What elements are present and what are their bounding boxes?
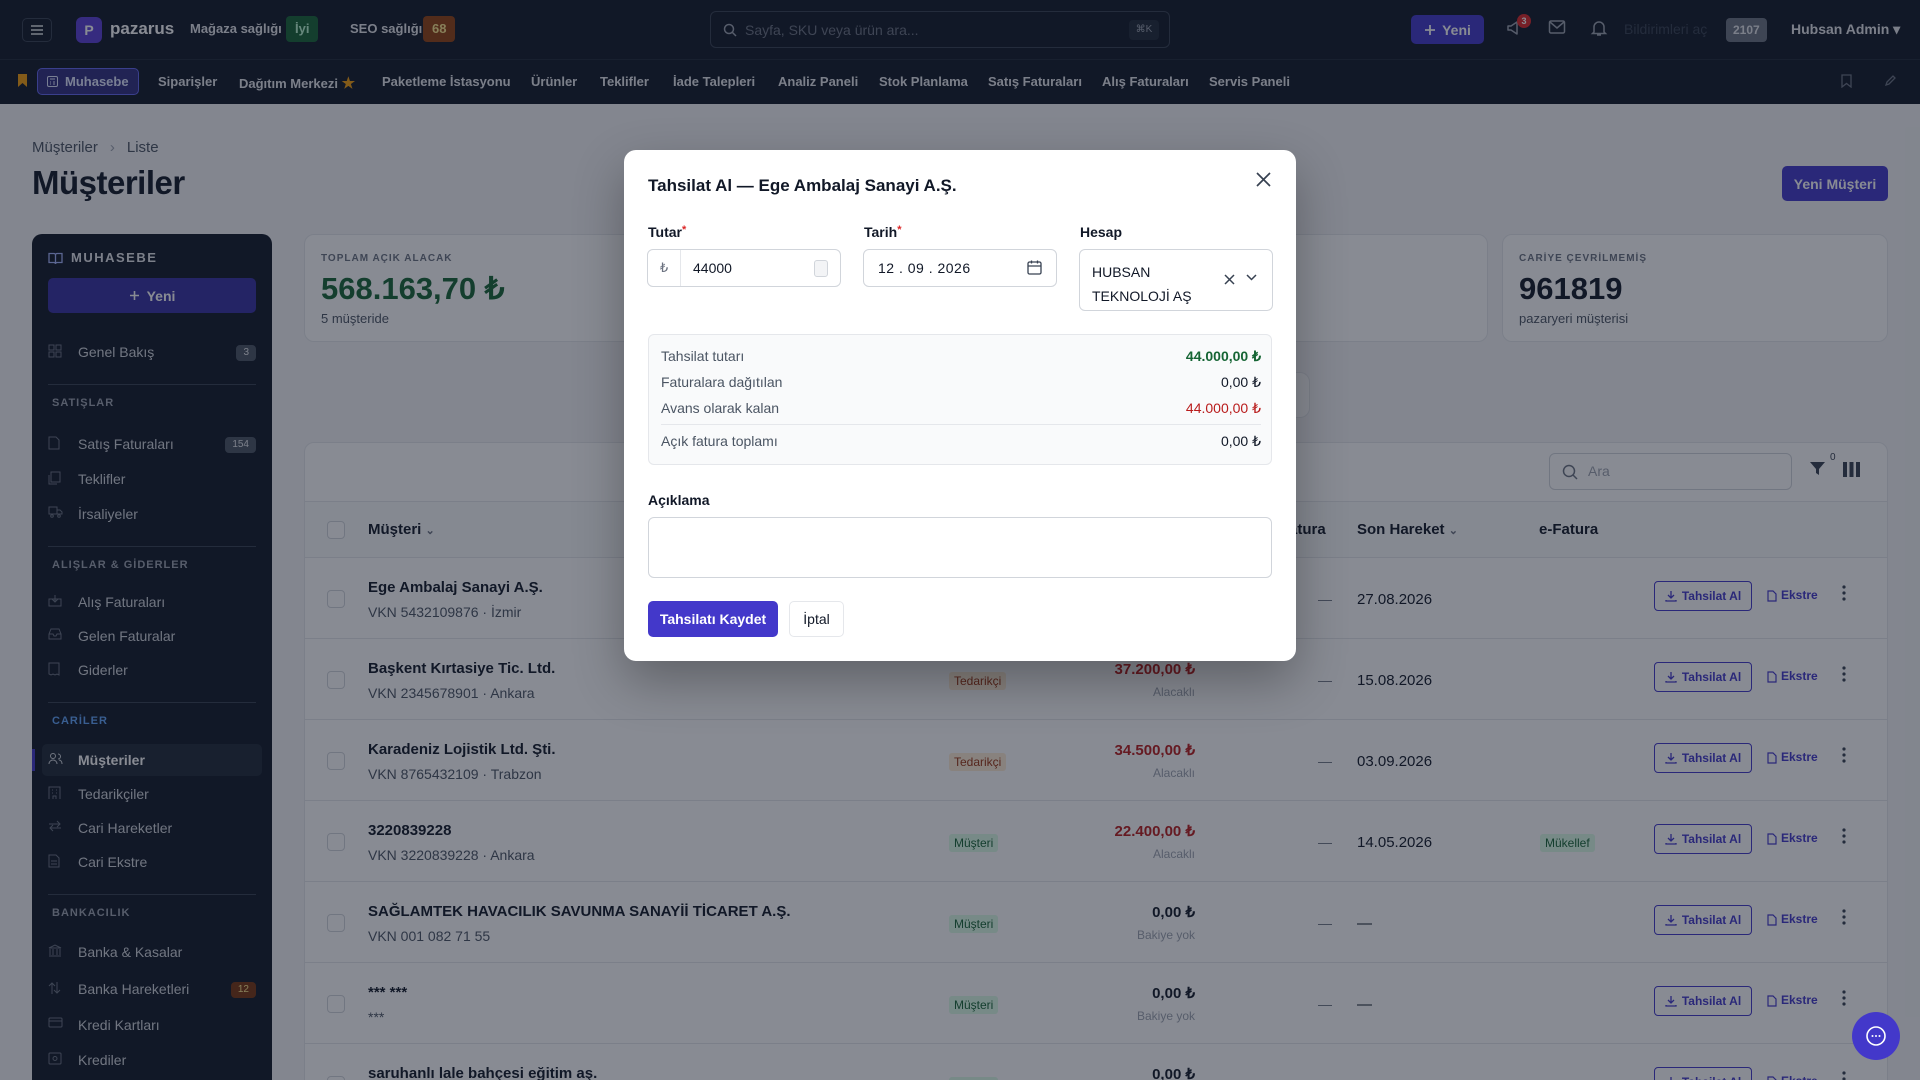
amount-stepper[interactable]: [814, 260, 828, 277]
chevron-down-icon[interactable]: [1246, 274, 1257, 281]
close-icon[interactable]: [1255, 171, 1272, 188]
payment-summary: Tahsilat tutarı 44.000,00 ₺ Faturalara da…: [648, 334, 1272, 465]
save-payment-button[interactable]: Tahsilatı Kaydet: [648, 601, 778, 637]
date-value[interactable]: 12 . 09 . 2026: [878, 260, 971, 276]
clear-icon[interactable]: [1224, 274, 1235, 285]
collect-payment-modal: Tahsilat Al — Ege Ambalaj Sanayi A.Ş. Tu…: [624, 150, 1296, 661]
cancel-button[interactable]: İptal: [789, 601, 844, 637]
divider: [661, 424, 1261, 425]
calendar-icon[interactable]: [1027, 260, 1042, 275]
description-label: Açıklama: [648, 492, 710, 508]
amount-value[interactable]: 44000: [693, 260, 732, 276]
date-label: Tarih*: [864, 224, 902, 240]
modal-title: Tahsilat Al — Ege Ambalaj Sanayi A.Ş.: [648, 176, 957, 195]
account-value: HUBSAN TEKNOLOJİ AŞ: [1092, 264, 1192, 304]
account-label: Hesap: [1080, 224, 1123, 240]
amount-field[interactable]: ₺ 44000: [647, 249, 841, 287]
description-field[interactable]: [648, 517, 1272, 578]
account-select[interactable]: HUBSAN TEKNOLOJİ AŞ: [1079, 249, 1273, 311]
date-field[interactable]: 12 . 09 . 2026: [863, 249, 1057, 287]
amount-label: Tutar*: [648, 224, 687, 240]
chat-button[interactable]: [1852, 1012, 1900, 1060]
currency-symbol: ₺: [648, 250, 681, 286]
chat-icon: [1866, 1026, 1886, 1046]
